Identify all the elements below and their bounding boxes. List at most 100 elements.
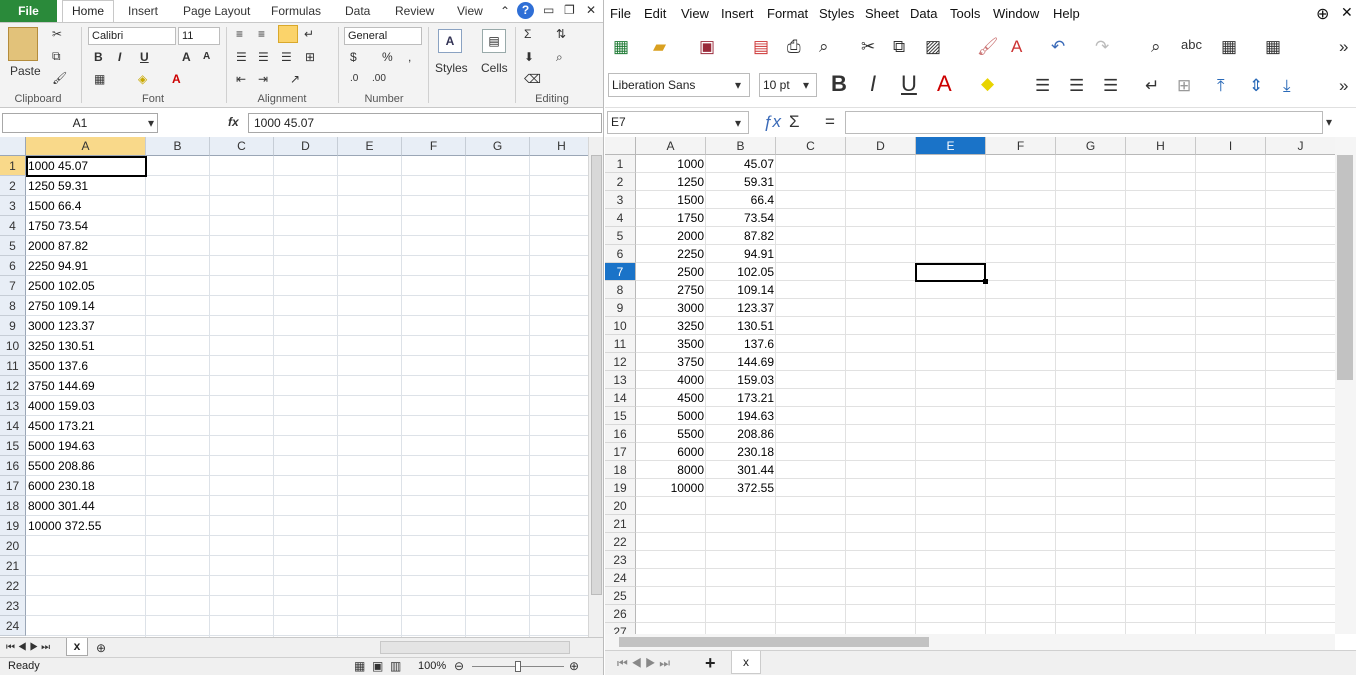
column-header[interactable]: G: [1056, 137, 1126, 155]
fill-color-icon[interactable]: ◈: [138, 72, 147, 86]
row-header[interactable]: 23: [0, 596, 26, 616]
row-header[interactable]: 24: [0, 616, 26, 636]
globe-icon[interactable]: ⊕: [1316, 4, 1329, 24]
row-header[interactable]: 18: [605, 461, 636, 479]
wrap-text-icon[interactable]: ↵: [304, 27, 314, 41]
select-all-corner[interactable]: [605, 137, 636, 155]
bold-icon[interactable]: B: [94, 50, 103, 64]
page-break-view-icon[interactable]: ▥: [390, 659, 401, 673]
scroll-thumb[interactable]: [1337, 155, 1353, 380]
menu-edit[interactable]: Edit: [644, 6, 666, 21]
column-header[interactable]: F: [986, 137, 1056, 155]
row-header[interactable]: 11: [0, 356, 26, 376]
close-document-icon[interactable]: ✕: [1341, 4, 1353, 21]
cell[interactable]: 3500 137.6: [28, 356, 88, 376]
column-header[interactable]: D: [274, 137, 338, 156]
horizontal-scrollbar[interactable]: [380, 641, 570, 654]
cell[interactable]: 2750 109.14: [28, 296, 95, 316]
menu-insert[interactable]: Insert: [721, 6, 754, 21]
zoom-out-icon[interactable]: ⊖: [454, 659, 464, 673]
align-middle-icon[interactable]: ≡: [258, 27, 265, 41]
column-header[interactable]: C: [776, 137, 846, 155]
zoom-slider-thumb[interactable]: [515, 661, 521, 672]
column-header[interactable]: E: [338, 137, 402, 156]
cell[interactable]: 230.18: [706, 443, 774, 461]
row-header[interactable]: 7: [0, 276, 26, 296]
sheet-nav-icon[interactable]: ⏮ ◀ ▶ ⏭: [617, 656, 670, 670]
italic-icon[interactable]: I: [118, 50, 121, 64]
italic-icon[interactable]: I: [870, 73, 876, 95]
toolbar-overflow-icon[interactable]: »: [1339, 37, 1348, 57]
row-header[interactable]: 20: [0, 536, 26, 556]
cell[interactable]: 102.05: [706, 263, 774, 281]
cell[interactable]: 3000 123.37: [28, 316, 95, 336]
font-size-dropdown-icon[interactable]: ▾: [803, 78, 809, 92]
sheet-nav-icon[interactable]: ⏮ ◀ ▶ ⏭: [6, 641, 50, 655]
column-header[interactable]: A: [26, 137, 146, 156]
minimize-icon[interactable]: ▭: [543, 3, 554, 17]
zoom-in-icon[interactable]: ⊕: [569, 659, 579, 673]
cell[interactable]: 73.54: [706, 209, 774, 227]
merge-cells-icon[interactable]: ⊞: [1177, 76, 1191, 96]
find-replace-icon[interactable]: ⌕: [1151, 37, 1161, 57]
sheet-tab[interactable]: x: [66, 638, 88, 656]
fill-icon[interactable]: ⬇: [524, 50, 534, 64]
paste-icon[interactable]: ▨: [925, 37, 941, 57]
cell[interactable]: 109.14: [706, 281, 774, 299]
row-header[interactable]: 6: [605, 245, 636, 263]
cell[interactable]: 1750 73.54: [28, 216, 88, 236]
scroll-thumb[interactable]: [591, 155, 602, 595]
sheet-tab[interactable]: x: [731, 651, 761, 674]
grow-font-icon[interactable]: A: [182, 50, 191, 64]
select-all-corner[interactable]: [0, 137, 26, 156]
row-header[interactable]: 27: [605, 623, 636, 634]
shrink-font-icon[interactable]: A: [203, 50, 210, 64]
row-header[interactable]: 14: [0, 416, 26, 436]
collapse-ribbon-icon[interactable]: ⌃: [500, 4, 510, 18]
menu-styles[interactable]: Styles: [819, 6, 854, 21]
cell[interactable]: 2500: [636, 263, 704, 281]
name-box[interactable]: A1: [2, 113, 158, 133]
row-header[interactable]: 12: [605, 353, 636, 371]
new-sheet-icon[interactable]: ⊕: [96, 641, 106, 655]
cell[interactable]: 8000 301.44: [28, 496, 95, 516]
menu-window[interactable]: Window: [993, 6, 1039, 21]
cell[interactable]: 6000 230.18: [28, 476, 95, 496]
tab-view[interactable]: View: [457, 4, 483, 18]
cell[interactable]: 372.55: [706, 479, 774, 497]
decrease-decimal-icon[interactable]: .00: [372, 72, 386, 86]
cell[interactable]: 3750 144.69: [28, 376, 95, 396]
align-bottom-icon[interactable]: ⤓: [1283, 76, 1291, 96]
row-header[interactable]: 20: [605, 497, 636, 515]
function-icon[interactable]: fx: [228, 115, 239, 129]
print-preview-icon[interactable]: ⌕: [819, 37, 829, 57]
add-sheet-icon[interactable]: +: [705, 653, 716, 674]
row-header[interactable]: 3: [0, 196, 26, 216]
cell[interactable]: 5000: [636, 407, 704, 425]
name-box[interactable]: E7: [607, 111, 749, 134]
styles-button[interactable]: Styles: [435, 61, 468, 75]
cell[interactable]: 4500: [636, 389, 704, 407]
align-top-icon[interactable]: ⤒: [1217, 76, 1225, 96]
merge-center-icon[interactable]: ⊞: [305, 50, 315, 64]
tab-page-layout[interactable]: Page Layout: [183, 4, 250, 18]
cells-button[interactable]: Cells: [481, 61, 508, 75]
cell[interactable]: 3250: [636, 317, 704, 335]
row-header[interactable]: 19: [0, 516, 26, 536]
cell[interactable]: 6000: [636, 443, 704, 461]
cell[interactable]: 87.82: [706, 227, 774, 245]
menu-sheet[interactable]: Sheet: [865, 6, 899, 21]
column-header[interactable]: D: [846, 137, 916, 155]
row-header[interactable]: 10: [605, 317, 636, 335]
font-name-dropdown-icon[interactable]: ▾: [735, 78, 741, 92]
borders-icon[interactable]: ▦: [94, 72, 105, 86]
column-icon[interactable]: ▦: [1265, 37, 1281, 57]
row-header[interactable]: 15: [605, 407, 636, 425]
cell[interactable]: 4500 173.21: [28, 416, 95, 436]
row-header[interactable]: 22: [605, 533, 636, 551]
menu-data[interactable]: Data: [910, 6, 937, 21]
scroll-thumb[interactable]: [619, 637, 929, 647]
cell[interactable]: 2750: [636, 281, 704, 299]
row-header[interactable]: 2: [605, 173, 636, 191]
cell[interactable]: 144.69: [706, 353, 774, 371]
